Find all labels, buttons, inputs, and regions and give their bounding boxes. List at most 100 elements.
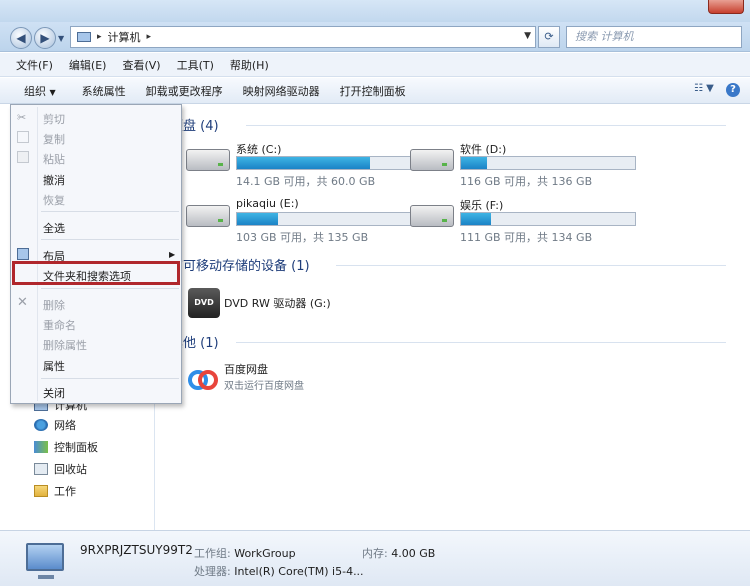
processor-label: 处理器: bbox=[194, 565, 231, 578]
hard-disk-icon bbox=[186, 205, 230, 227]
dvd-drive-icon: DVD bbox=[188, 288, 220, 318]
computer-name: 9RXPRJZTSUY99T2 bbox=[80, 543, 193, 557]
nav-item-recycle-bin[interactable]: 回收站 bbox=[34, 461, 87, 477]
organize-button[interactable]: 组织 ▼ bbox=[14, 83, 72, 99]
workgroup-label: 工作组: bbox=[194, 547, 231, 560]
address-dropdown-icon[interactable]: ▼ bbox=[524, 31, 531, 41]
forward-button[interactable]: ▶ bbox=[34, 27, 56, 49]
processor-field: 处理器: Intel(R) Core(TM) i5-4... bbox=[194, 563, 364, 579]
hard-disk-icon bbox=[186, 149, 230, 171]
usage-bar bbox=[460, 156, 636, 170]
refresh-button[interactable]: ⟳ bbox=[538, 26, 560, 48]
close-window-button[interactable] bbox=[708, 0, 744, 14]
uninstall-program-button[interactable]: 卸载或更改程序 bbox=[136, 83, 233, 99]
nav-label: 控制面板 bbox=[54, 441, 98, 454]
menu-item-delete[interactable]: 删除 bbox=[43, 297, 65, 313]
command-bar: 组织 ▼ 系统属性 卸载或更改程序 映射网络驱动器 打开控制面板 ☷ ▼ ? bbox=[0, 78, 750, 104]
breadcrumb-arrow-icon[interactable]: ▸ bbox=[147, 32, 152, 42]
breadcrumb-arrow-icon[interactable]: ▸ bbox=[97, 32, 102, 42]
memory-field: 内存: 4.00 GB bbox=[362, 545, 435, 561]
menu-item-undo[interactable]: 撤消 bbox=[43, 172, 65, 188]
nav-item-network[interactable]: 网络 bbox=[34, 417, 76, 433]
workgroup-field: 工作组: WorkGroup bbox=[194, 545, 296, 561]
content-pane: 硬盘 (4) 系统 (C:) 14.1 GB 可用，共 60.0 GB 软件 (… bbox=[156, 105, 750, 530]
submenu-arrow-icon: ▶ bbox=[169, 250, 176, 259]
hard-disk-icon bbox=[410, 205, 454, 227]
menu-item-paste[interactable]: 粘贴 bbox=[43, 151, 65, 167]
system-properties-button[interactable]: 系统属性 bbox=[72, 83, 136, 99]
group-divider bbox=[336, 265, 726, 266]
scissors-icon: ✂ bbox=[17, 111, 27, 124]
delete-x-icon: ✕ bbox=[17, 295, 28, 310]
breadcrumb-computer[interactable]: 计算机 bbox=[108, 29, 141, 45]
menu-item-rename[interactable]: 重命名 bbox=[43, 317, 76, 333]
open-control-panel-button[interactable]: 打开控制面板 bbox=[330, 83, 416, 99]
drive-name: pikaqiu (E:) bbox=[236, 197, 299, 210]
menu-separator bbox=[41, 211, 179, 212]
drive-e[interactable]: pikaqiu (E:) 103 GB 可用，共 135 GB bbox=[186, 197, 426, 244]
view-options-icon[interactable]: ☷ ▼ bbox=[694, 83, 724, 99]
nav-label: 网络 bbox=[54, 419, 76, 432]
menu-item-redo[interactable]: 恢复 bbox=[43, 192, 65, 208]
menu-separator bbox=[41, 239, 179, 240]
paste-icon bbox=[17, 151, 29, 163]
nav-label: 工作 bbox=[54, 485, 76, 498]
back-button[interactable]: ◀ bbox=[10, 27, 32, 49]
usage-fill bbox=[237, 157, 371, 169]
help-icon[interactable]: ? bbox=[726, 83, 740, 97]
menu-tools[interactable]: 工具(T) bbox=[169, 57, 222, 73]
organize-label: 组织 bbox=[24, 84, 46, 98]
address-input[interactable]: ▸ 计算机 ▸ ▼ bbox=[70, 26, 536, 48]
nav-item-control-panel[interactable]: 控制面板 bbox=[34, 439, 98, 455]
usage-bar bbox=[236, 212, 412, 226]
menu-edit[interactable]: 编辑(E) bbox=[61, 57, 115, 73]
drive-c[interactable]: 系统 (C:) 14.1 GB 可用，共 60.0 GB bbox=[186, 141, 426, 188]
drive-info: 116 GB 可用，共 136 GB bbox=[460, 175, 593, 188]
usage-fill bbox=[461, 157, 487, 169]
processor-value: Intel(R) Core(TM) i5-4... bbox=[234, 565, 364, 578]
chevron-down-icon: ▼ bbox=[49, 87, 56, 97]
memory-value: 4.00 GB bbox=[391, 547, 436, 560]
menu-item-remove-properties[interactable]: 删除属性 bbox=[43, 337, 87, 353]
nav-label: 回收站 bbox=[54, 463, 87, 476]
menu-gutter bbox=[37, 107, 38, 401]
menu-item-copy[interactable]: 复制 bbox=[43, 131, 65, 147]
memory-label: 内存: bbox=[362, 547, 388, 560]
menu-item-folder-options[interactable]: 文件夹和搜索选项 bbox=[43, 268, 131, 284]
menu-help[interactable]: 帮助(H) bbox=[222, 57, 277, 73]
details-pane: 9RXPRJZTSUY99T2 工作组: WorkGroup 内存: 4.00 … bbox=[0, 530, 750, 586]
copy-icon bbox=[17, 131, 29, 143]
group-header-removable[interactable]: 有可移动存储的设备 (1) bbox=[170, 255, 310, 274]
title-bar bbox=[0, 0, 750, 22]
organize-menu: ✂ 剪切 复制 粘贴 撤消 恢复 全选 布局 ▶ 文件夹和搜索选项 ✕ 删除 重… bbox=[10, 104, 182, 404]
drive-d[interactable]: 软件 (D:) 116 GB 可用，共 136 GB bbox=[410, 141, 650, 188]
menu-item-select-all[interactable]: 全选 bbox=[43, 220, 65, 236]
computer-icon bbox=[26, 543, 64, 579]
menu-separator bbox=[41, 288, 179, 289]
search-input[interactable]: 搜索 计算机 bbox=[566, 26, 742, 48]
layout-icon bbox=[17, 248, 29, 260]
menu-separator bbox=[41, 378, 179, 379]
address-bar-area: ◀ ▶ ▼ ▸ 计算机 ▸ ▼ ⟳ 搜索 计算机 bbox=[0, 22, 750, 52]
workgroup-value: WorkGroup bbox=[234, 547, 296, 560]
drive-info: 103 GB 可用，共 135 GB bbox=[236, 231, 369, 244]
hard-disk-icon bbox=[410, 149, 454, 171]
dvd-drive[interactable]: DVD RW 驱动器 (G:) bbox=[224, 295, 331, 311]
menu-bar: 文件(F) 编辑(E) 查看(V) 工具(T) 帮助(H) bbox=[0, 53, 750, 77]
usage-bar bbox=[460, 212, 636, 226]
baidu-netdisk[interactable]: 百度网盘 bbox=[224, 361, 268, 377]
menu-item-properties[interactable]: 属性 bbox=[43, 358, 65, 374]
drive-f[interactable]: 娱乐 (F:) 111 GB 可用，共 134 GB bbox=[410, 197, 650, 244]
group-divider bbox=[236, 342, 726, 343]
nav-item-work[interactable]: 工作 bbox=[34, 483, 76, 499]
menu-item-cut[interactable]: 剪切 bbox=[43, 111, 65, 127]
menu-item-close[interactable]: 关闭 bbox=[43, 385, 65, 401]
usage-fill bbox=[237, 213, 279, 225]
computer-icon bbox=[77, 32, 91, 42]
control-panel-icon bbox=[34, 441, 48, 453]
history-dropdown-icon[interactable]: ▼ bbox=[58, 34, 64, 43]
map-network-drive-button[interactable]: 映射网络驱动器 bbox=[233, 83, 330, 99]
drive-name: 软件 (D:) bbox=[460, 143, 507, 156]
menu-view[interactable]: 查看(V) bbox=[114, 57, 168, 73]
menu-file[interactable]: 文件(F) bbox=[8, 57, 61, 73]
